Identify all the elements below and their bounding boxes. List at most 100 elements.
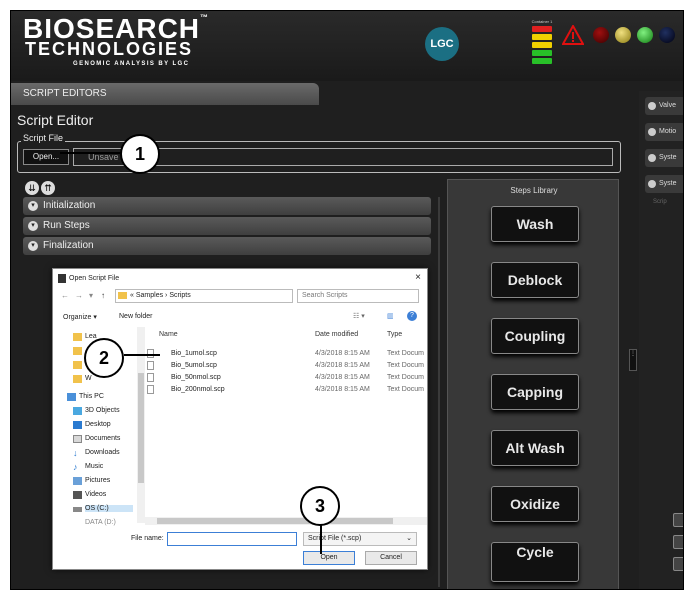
script-file-label: Script File [21,133,66,143]
new-folder-button[interactable]: New folder [119,313,152,320]
folder-icon [73,347,82,355]
nav-item-data-d[interactable]: DATA (D:) [85,519,116,526]
forward-arrow-icon[interactable]: → [75,291,83,300]
step-wash-button[interactable]: Wash [491,206,579,242]
nav-item-folder[interactable]: W [73,375,92,383]
organize-button[interactable]: Organize ▾ [63,313,97,321]
column-name[interactable]: Name [159,331,178,338]
step-alt-wash-button[interactable]: Alt Wash [491,430,579,466]
nav-item-documents[interactable]: Documents [73,435,121,443]
callout-leader [124,354,160,356]
section-initialization[interactable]: ▾ Initialization [23,197,431,215]
red-lamp-icon [593,27,609,43]
step-coupling-button[interactable]: Coupling [491,318,579,354]
dialog-cancel-button[interactable]: Cancel [365,551,417,565]
nav-label: 3D Objects [85,407,120,414]
file-date: 4/3/2018 8:15 AM [315,374,370,381]
status-bar-green [532,58,552,64]
container-status: Container 1 [529,19,555,66]
file-type-value: Script File (*.scp) [308,535,362,542]
address-bar[interactable]: « Samples › Scripts [115,289,293,303]
nav-scrollbar[interactable] [137,327,145,523]
nav-item-3d-objects[interactable]: 3D Objects [73,407,120,415]
scroll-thumb[interactable] [138,373,144,483]
nav-label: OS (C:) [85,505,109,512]
section-finalization[interactable]: ▾ Finalization [23,237,431,255]
chevron-down-icon: ▾ [28,201,38,211]
panel-sub-item[interactable]: Scrip [653,199,667,205]
nav-item-music[interactable]: ♪ Music [73,463,103,472]
file-name[interactable]: Bio_5umol.scp [171,362,217,369]
step-cycle-button[interactable]: Cycle [491,542,579,582]
callout-2: 2 [84,338,124,378]
back-arrow-icon[interactable]: ← [61,291,69,300]
nav-label: Documents [85,435,121,442]
column-date[interactable]: Date modified [315,331,358,338]
step-deblock-button[interactable]: Deblock [491,262,579,298]
side-button[interactable] [673,513,683,527]
help-icon[interactable]: ? [407,311,417,321]
dropdown-icon[interactable]: ▾ [89,291,93,300]
panel-item-system-2[interactable]: Syste [645,175,683,193]
chevron-down-icon: ⌄ [406,535,412,542]
status-bar-green [532,50,552,56]
panel-resize-handle[interactable]: ⋮ [629,349,637,371]
brand-line2: TECHNOLOGIES [25,39,194,59]
file-name[interactable]: Bio_50nmol.scp [171,374,221,381]
column-type[interactable]: Type [387,331,402,338]
steps-library: Steps Library Wash Deblock Coupling Capp… [447,179,619,589]
download-icon: ↓ [73,448,78,458]
side-button[interactable] [673,535,683,549]
file-type: Text Docum [387,374,424,381]
preview-pane-icon[interactable]: ▥ [387,312,394,320]
nav-item-videos[interactable]: Videos [73,491,106,499]
collapse-all-icon[interactable]: ⇊ [25,181,39,195]
scrollbar[interactable] [438,197,440,587]
callout-1: 1 [120,134,160,174]
chevron-icon [648,102,656,110]
nav-item-this-pc[interactable]: This PC [67,393,104,401]
chevron-down-icon: ▾ [28,221,38,231]
file-date: 4/3/2018 8:15 AM [315,350,370,357]
drive-icon [73,507,82,512]
folder-icon [73,333,82,341]
breadcrumb-samples[interactable]: Samples [136,292,163,299]
video-icon [73,491,82,499]
side-button[interactable] [673,557,683,571]
nav-item-os-c[interactable]: OS (C:) [73,505,133,512]
nav-item-downloads[interactable]: ↓ Downloads [73,449,120,458]
nav-item-pictures[interactable]: Pictures [73,477,110,485]
file-name-input[interactable] [167,532,297,546]
open-file-dialog: Open Script File × ← → ▾ ↑ « Samples › S… [52,268,428,570]
breadcrumb-scripts[interactable]: Scripts [169,292,190,299]
file-name[interactable]: Bio_200nmol.scp [171,386,225,393]
nav-label: DATA (D:) [85,519,116,526]
close-icon[interactable]: × [415,272,421,283]
tab-script-editors[interactable]: SCRIPT EDITORS [11,83,319,105]
breadcrumb-separator: › [165,292,168,299]
nav-item-desktop[interactable]: Desktop [73,421,111,429]
expand-all-icon[interactable]: ⇈ [41,181,55,195]
step-capping-button[interactable]: Capping [491,374,579,410]
app-icon [58,274,66,283]
header: BIOSEARCH™ TECHNOLOGIES GENOMIC ANALYSIS… [11,11,683,81]
page-title: Script Editor [17,112,94,128]
step-oxidize-button[interactable]: Oxidize [491,486,579,522]
section-run-steps[interactable]: ▾ Run Steps [23,217,431,235]
view-options-icon[interactable]: ☷ ▾ [353,312,365,320]
file-name[interactable]: Bio_1umol.scp [171,350,217,357]
search-input[interactable]: Search Scripts [297,289,419,303]
panel-item-valve[interactable]: Valve [645,97,683,115]
chevron-icon [648,128,656,136]
file-date: 4/3/2018 8:15 AM [315,386,370,393]
horizontal-scrollbar[interactable] [145,517,427,525]
callout-3: 3 [300,486,340,526]
scroll-thumb[interactable] [157,518,393,524]
panel-item-motion[interactable]: Motio [645,123,683,141]
up-arrow-icon[interactable]: ↑ [101,291,105,300]
breadcrumb-overflow[interactable]: « [130,292,134,299]
panel-item-system[interactable]: Syste [645,149,683,167]
lgc-logo: LGC [425,27,459,61]
computer-icon [67,393,76,401]
dialog-open-button[interactable]: Open [303,551,355,565]
